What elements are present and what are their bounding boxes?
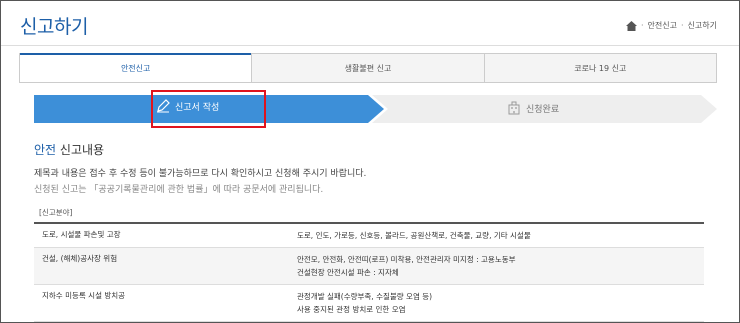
category-table: 도로, 시설물 파손및 고장 도로, 인도, 가로등, 신호등, 볼라드, 공원… bbox=[34, 222, 704, 322]
category-label: [신고분야] bbox=[39, 208, 73, 217]
breadcrumb: · 안전신고 · 신고하기 bbox=[626, 20, 717, 31]
description-line: 관정개발 실패(수량부족, 수질불량 오염 등) bbox=[297, 292, 433, 301]
notice-line-2: 신청된 신고는 「공공기록물관리에 관한 법률」에 따라 공문서에 관리됩니다. bbox=[34, 185, 324, 195]
breadcrumb-item-report[interactable]: 신고하기 bbox=[688, 20, 717, 31]
section-title: 안전 신고내용 bbox=[34, 141, 104, 158]
category-description: 안전모, 안전화, 안전띠(로프) 미착용, 안전관리자 미지정 : 고용노동부… bbox=[289, 248, 704, 284]
category-description: 도로, 인도, 가로등, 신호등, 볼라드, 공원산책로, 건축물, 교량, 기… bbox=[289, 224, 704, 247]
breadcrumb-separator: · bbox=[641, 21, 644, 30]
step-complete-label: 신청완료 bbox=[526, 104, 560, 115]
building-icon bbox=[508, 101, 520, 115]
description-line: 안전모, 안전화, 안전띠(로프) 미착용, 안전관리자 미지정 : 고용노동부 bbox=[297, 255, 516, 264]
section-title-accent: 안전 bbox=[34, 143, 57, 157]
category-description: 관정개발 실패(수량부족, 수질불량 오염 등) 사용 중지된 관정 방치로 인… bbox=[289, 285, 704, 321]
tab-safety-report[interactable]: 안전신고 bbox=[20, 53, 252, 82]
page-title: 신고하기 bbox=[20, 16, 88, 38]
description-line: 건설현장 안전시설 파손 : 지자체 bbox=[297, 268, 399, 277]
home-icon[interactable] bbox=[626, 20, 637, 31]
description-line: 도로, 인도, 가로등, 신호등, 볼라드, 공원산책로, 건축물, 교량, 기… bbox=[297, 231, 531, 240]
highlight-box bbox=[151, 90, 266, 128]
category-name: 건설, (해체)공사장 위험 bbox=[42, 254, 118, 263]
description-line: 사용 중지된 관정 방치로 인한 오염 bbox=[297, 305, 406, 314]
progress-steps bbox=[34, 95, 717, 123]
category-name: 도로, 시설물 파손및 고장 bbox=[42, 230, 121, 239]
table-row[interactable]: 지하수 미등록 시설 방치공 관정개발 실패(수량부족, 수질불량 오염 등) … bbox=[34, 285, 704, 322]
step-complete-label-group: 신청완료 bbox=[507, 101, 559, 115]
section-title-rest: 신고내용 bbox=[56, 143, 105, 157]
table-row[interactable]: 건설, (해체)공사장 위험 안전모, 안전화, 안전띠(로프) 미착용, 안전… bbox=[34, 248, 704, 285]
breadcrumb-item-safety[interactable]: 안전신고 bbox=[648, 20, 677, 31]
page-frame: 신고하기 · 안전신고 · 신고하기 안전신고 생활불편 신고 코로나 19 신… bbox=[0, 0, 740, 323]
breadcrumb-separator: · bbox=[681, 21, 684, 30]
tab-living-inconvenience[interactable]: 생활불편 신고 bbox=[251, 54, 484, 82]
report-type-tabs: 안전신고 생활불편 신고 코로나 19 신고 bbox=[19, 53, 717, 83]
notice-line-1: 제목과 내용은 접수 후 수정 등이 불가능하므로 다시 확인하시고 신청해 주… bbox=[34, 169, 367, 179]
table-row[interactable]: 도로, 시설물 파손및 고장 도로, 인도, 가로등, 신호등, 볼라드, 공원… bbox=[34, 224, 704, 248]
tab-covid19-report[interactable]: 코로나 19 신고 bbox=[483, 54, 716, 82]
category-name: 지하수 미등록 시설 방치공 bbox=[42, 291, 126, 300]
header-divider bbox=[1, 45, 739, 46]
